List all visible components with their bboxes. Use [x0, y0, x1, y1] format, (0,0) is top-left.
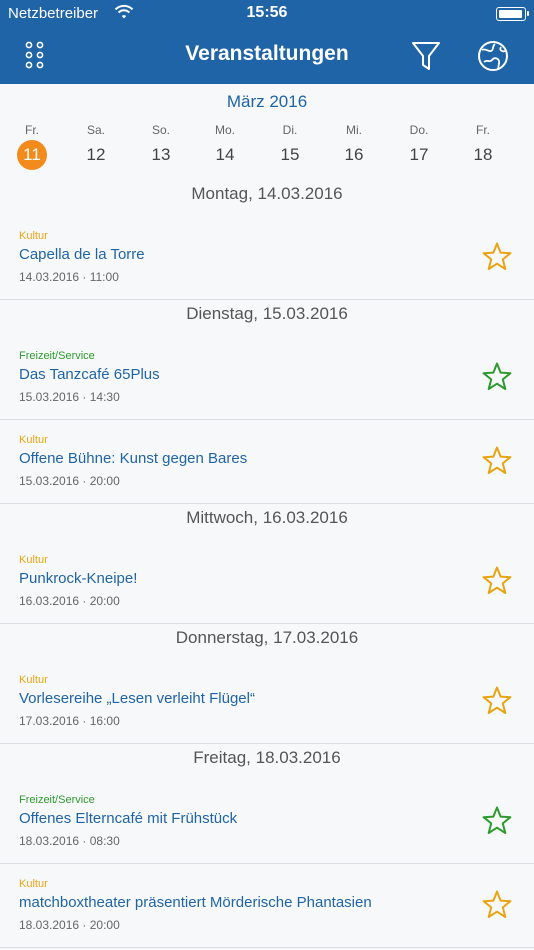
day-name-label: Mi.	[346, 123, 362, 137]
section-date-header: Mittwoch, 16.03.2016	[186, 508, 348, 527]
section-date-header: Dienstag, 15.03.2016	[186, 304, 348, 323]
event-date: 18.03.2016 · 20:00	[19, 918, 120, 932]
event-row[interactable]: Kultur Punkrock-Kneipe! 16.03.2016 · 20:00	[0, 536, 534, 624]
day-name-label: Fr.	[25, 123, 39, 137]
day-number: 18	[473, 145, 493, 164]
event-date: 14.03.2016 · 11:00	[19, 270, 119, 284]
favorite-star-icon[interactable]	[480, 888, 514, 922]
event-category: Kultur	[19, 230, 48, 242]
globe-icon	[478, 41, 508, 71]
day-17[interactable]: Do. 17	[387, 122, 451, 170]
event-row[interactable]: Kultur Capella de la Torre 14.03.2016 · 11…	[0, 212, 534, 300]
event-date: 15.03.2016 · 14:30	[19, 390, 120, 404]
day-11[interactable]: Fr. 11	[0, 122, 64, 170]
event-title: Capella de la Torre	[19, 246, 145, 263]
event-title: Punkrock-Kneipe!	[19, 570, 138, 587]
day-number: 13	[151, 145, 171, 164]
map-button[interactable]	[473, 36, 513, 76]
day-14[interactable]: Mo. 14	[193, 122, 257, 170]
day-number: 12	[86, 145, 106, 164]
day-12[interactable]: Sa. 12	[64, 122, 128, 170]
event-category: Kultur	[19, 554, 48, 566]
event-category: Kultur	[19, 878, 48, 890]
event-date: 18.03.2016 · 08:30	[19, 834, 120, 848]
section-date-header: Donnerstag, 17.03.2016	[175, 628, 359, 647]
status-time: 15:56	[246, 4, 288, 21]
filter-icon	[412, 42, 440, 70]
favorite-star-icon[interactable]	[480, 360, 514, 394]
event-date: 15.03.2016 · 20:00	[19, 474, 120, 488]
section-date-header: Freitag, 18.03.2016	[193, 748, 341, 767]
day-number: 15	[280, 145, 300, 164]
day-number: 16	[344, 145, 364, 164]
event-category: Freizeit/Service	[19, 350, 95, 362]
day-name-label: So.	[151, 123, 170, 137]
app-header: Netzbetreiber 15:56 Veranstaltungen	[0, 0, 534, 84]
day-15[interactable]: Di. 15	[258, 122, 322, 170]
event-row[interactable]: Kultur Vorlesereihe „Lesen verleiht Flüge…	[0, 656, 534, 744]
event-row[interactable]: Freizeit/Service Das Tanzcafé 65Plus 15.03…	[0, 332, 534, 420]
event-title: Offenes Elterncafé mit Frühstück	[19, 810, 238, 827]
day-number: 14	[215, 145, 235, 164]
event-title: Vorlesereihe „Lesen verleiht Flügel“	[19, 690, 255, 707]
day-name-label: Sa.	[86, 123, 105, 137]
page-title: Veranstaltungen	[185, 42, 349, 65]
status-bar: Netzbetreiber 15:56	[0, 0, 534, 28]
battery-icon	[496, 7, 529, 21]
navigation-bar: Veranstaltungen	[0, 28, 534, 84]
event-category: Kultur	[19, 434, 48, 446]
favorite-star-icon[interactable]	[480, 240, 514, 274]
day-name-label: Di.	[282, 123, 298, 137]
event-title: matchboxtheater präsentiert Mörderische …	[19, 894, 372, 911]
filter-button[interactable]	[406, 36, 446, 76]
favorite-star-icon[interactable]	[480, 564, 514, 598]
day-number: 17	[409, 145, 429, 164]
favorite-star-icon[interactable]	[480, 804, 514, 838]
day-13[interactable]: So. 13	[129, 122, 193, 170]
favorite-star-icon[interactable]	[480, 444, 514, 478]
selected-day-number: 11	[17, 140, 47, 170]
event-date: 16.03.2016 · 20:00	[19, 594, 120, 608]
event-row[interactable]: Freizeit/Service Offenes Elterncafé mit F…	[0, 776, 534, 864]
event-list: Montag, 14.03.2016 Kultur Capella de la To…	[0, 180, 534, 948]
month-label: März 2016	[226, 92, 308, 111]
event-title: Offene Bühne: Kunst gegen Bares	[19, 450, 248, 467]
event-row[interactable]: Kultur matchboxtheater präsentiert Mörder…	[0, 864, 534, 948]
day-name-label: Fr.	[476, 123, 490, 137]
section-date-header: Montag, 14.03.2016	[191, 184, 343, 203]
day-name-label: Do.	[409, 123, 429, 137]
event-date: 17.03.2016 · 16:00	[19, 714, 120, 728]
week-calendar: März 2016 Fr. 11 Sa. 12 So. 13 Mo. 14 Di. 15 Mi. 16…	[0, 84, 534, 180]
event-row[interactable]: Kultur Offene Bühne: Kunst gegen Bares 15.…	[0, 420, 534, 504]
event-category: Kultur	[19, 674, 48, 686]
day-name-label: Mo.	[214, 123, 235, 137]
event-category: Freizeit/Service	[19, 794, 95, 806]
event-title: Das Tanzcafé 65Plus	[19, 366, 160, 383]
day-16[interactable]: Mi. 16	[322, 122, 386, 170]
favorite-star-icon[interactable]	[480, 684, 514, 718]
day-18[interactable]: Fr. 18	[451, 122, 515, 170]
